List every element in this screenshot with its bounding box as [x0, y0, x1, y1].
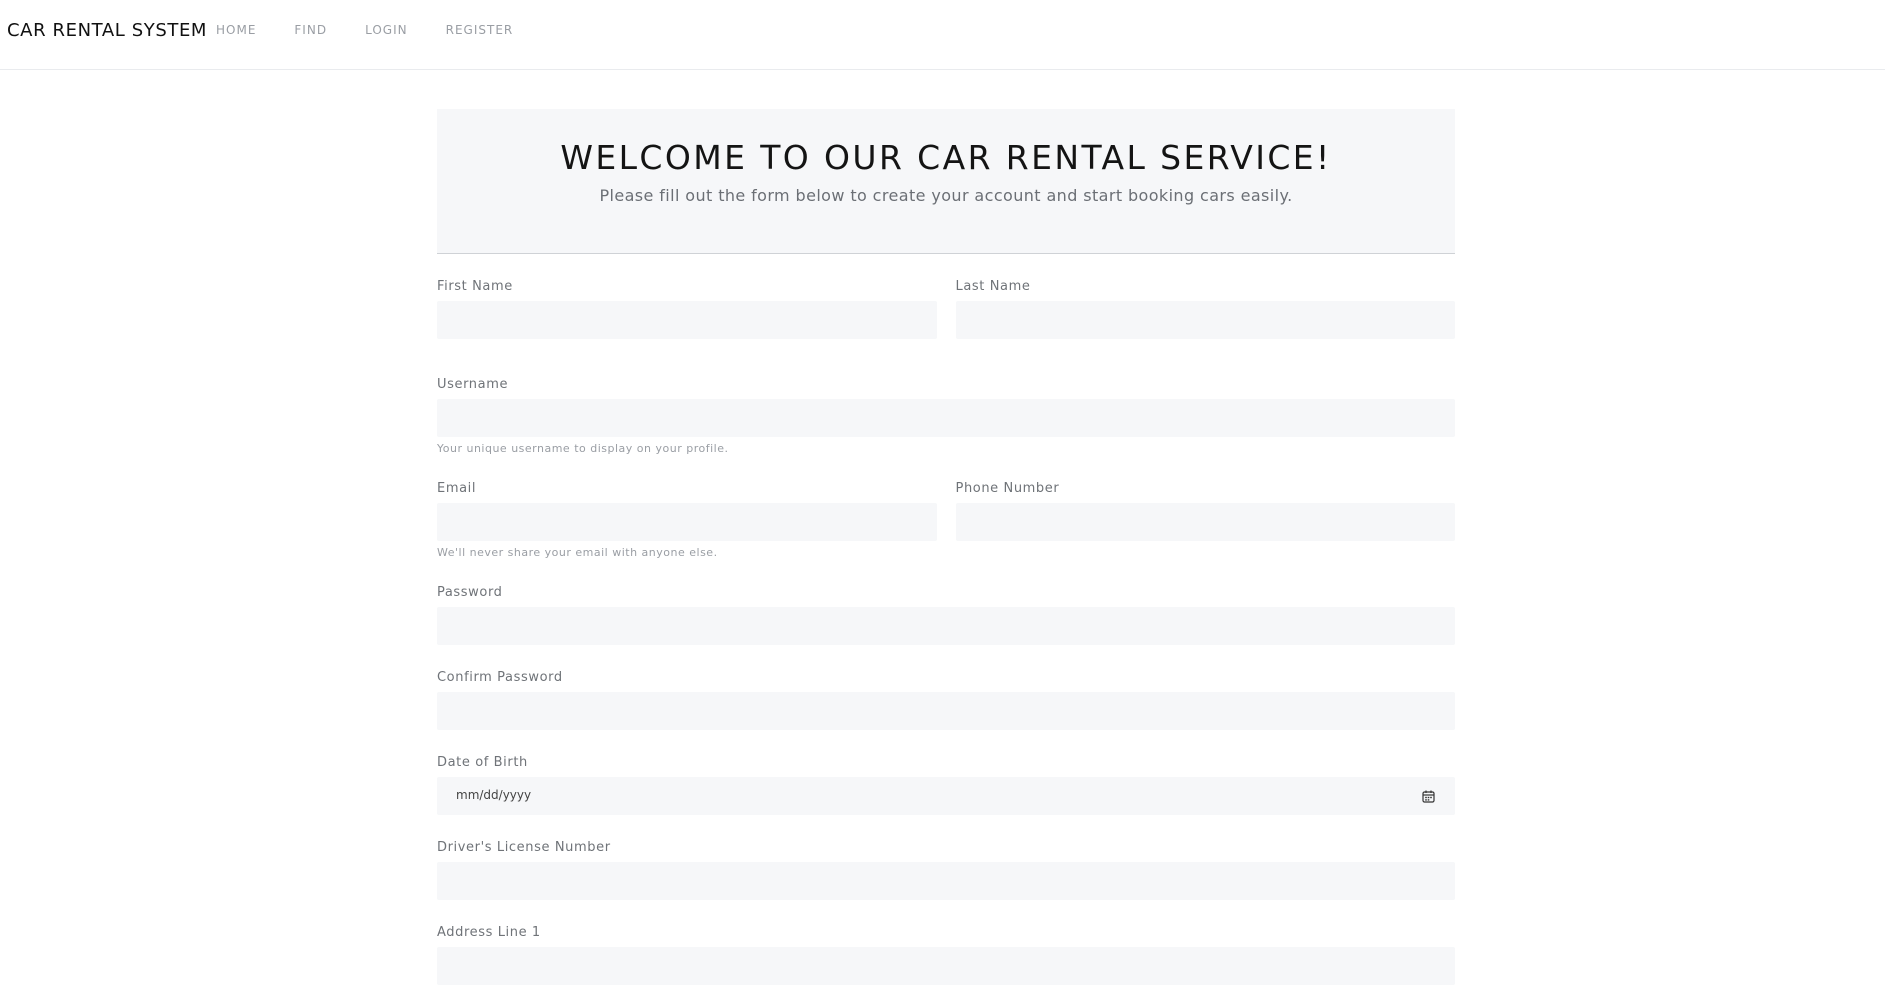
- nav-link-find[interactable]: FIND: [294, 23, 327, 37]
- contact-row: Email We'll never share your email with …: [437, 481, 1455, 560]
- username-help-text: Your unique username to display on your …: [437, 442, 729, 455]
- dob-group: Date of Birth mm/dd/yyyy: [437, 755, 1455, 815]
- license-label: Driver's License Number: [437, 840, 611, 855]
- password-input[interactable]: [437, 607, 1455, 645]
- phone-input[interactable]: [955, 503, 1455, 541]
- dob-label: Date of Birth: [437, 755, 528, 770]
- nav-link-home[interactable]: HOME: [216, 23, 256, 37]
- password-label: Password: [437, 585, 503, 600]
- calendar-icon[interactable]: [1422, 790, 1435, 803]
- brand-logo[interactable]: CAR RENTAL SYSTEM: [7, 20, 207, 41]
- confirm-password-input[interactable]: [437, 692, 1455, 730]
- last-name-group: Last Name: [955, 279, 1455, 339]
- username-label: Username: [437, 377, 509, 392]
- nav-links: HOME FIND LOGIN REGISTER: [216, 23, 551, 37]
- address1-group: Address Line 1: [437, 925, 1455, 985]
- last-name-input[interactable]: [955, 301, 1455, 339]
- username-group: Username Your unique username to display…: [437, 377, 1455, 456]
- first-name-group: First Name: [437, 279, 937, 339]
- page-subtitle: Please fill out the form below to create…: [599, 186, 1293, 206]
- dob-field-wrapper: mm/dd/yyyy: [437, 777, 1455, 815]
- main-container: WELCOME TO OUR CAR RENTAL SERVICE! Pleas…: [437, 109, 1455, 985]
- last-name-label: Last Name: [955, 279, 1031, 294]
- address1-label: Address Line 1: [437, 925, 541, 940]
- address1-input[interactable]: [437, 947, 1455, 985]
- email-label: Email: [437, 481, 477, 496]
- phone-label: Phone Number: [955, 481, 1060, 496]
- dob-input[interactable]: [437, 777, 1455, 815]
- first-name-label: First Name: [437, 279, 513, 294]
- email-input[interactable]: [437, 503, 937, 541]
- password-group: Password: [437, 585, 1455, 645]
- registration-form: First Name Last Name Username Your uniqu…: [437, 279, 1455, 985]
- nav-link-login[interactable]: LOGIN: [365, 23, 408, 37]
- confirm-password-group: Confirm Password: [437, 670, 1455, 730]
- email-help-text: We'll never share your email with anyone…: [437, 546, 718, 559]
- first-name-input[interactable]: [437, 301, 937, 339]
- license-input[interactable]: [437, 862, 1455, 900]
- name-row: First Name Last Name: [437, 279, 1455, 339]
- page-title: WELCOME TO OUR CAR RENTAL SERVICE!: [560, 138, 1332, 177]
- email-group: Email We'll never share your email with …: [437, 481, 937, 560]
- navbar: CAR RENTAL SYSTEM HOME FIND LOGIN REGIST…: [0, 0, 1885, 70]
- confirm-password-label: Confirm Password: [437, 670, 563, 685]
- phone-group: Phone Number: [955, 481, 1455, 560]
- username-input[interactable]: [437, 399, 1455, 437]
- license-group: Driver's License Number: [437, 840, 1455, 900]
- hero-banner: WELCOME TO OUR CAR RENTAL SERVICE! Pleas…: [437, 109, 1455, 254]
- nav-link-register[interactable]: REGISTER: [446, 23, 514, 37]
